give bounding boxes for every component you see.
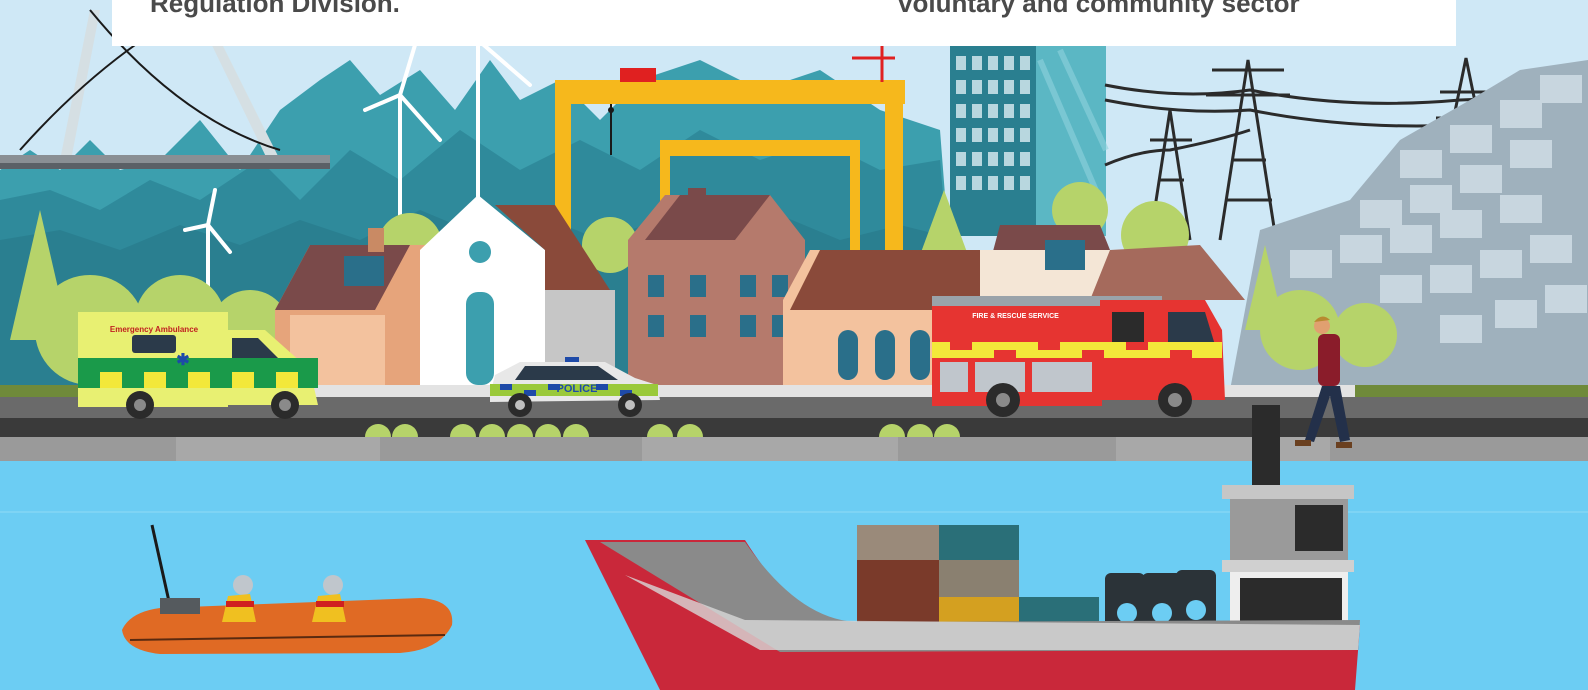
city-harbour-illustration: ✱ [0, 0, 1588, 690]
ambulance-label: Emergency Ambulance [109, 325, 199, 334]
top-banner: Regulation Division. voluntary and commu… [112, 0, 1456, 46]
police-label: POLICE [556, 383, 598, 395]
quayside [0, 437, 1588, 461]
banner-left-text: Regulation Division. [150, 0, 400, 18]
banner-right-text: voluntary and community sector [898, 0, 1300, 18]
svg-text:✱: ✱ [176, 352, 189, 369]
illustration-scene: ✱ Emergency Ambulance POLICE FIRE & RESC… [0, 0, 1588, 690]
fire-engine-label: FIRE & RESCUE SERVICE [972, 313, 1059, 320]
